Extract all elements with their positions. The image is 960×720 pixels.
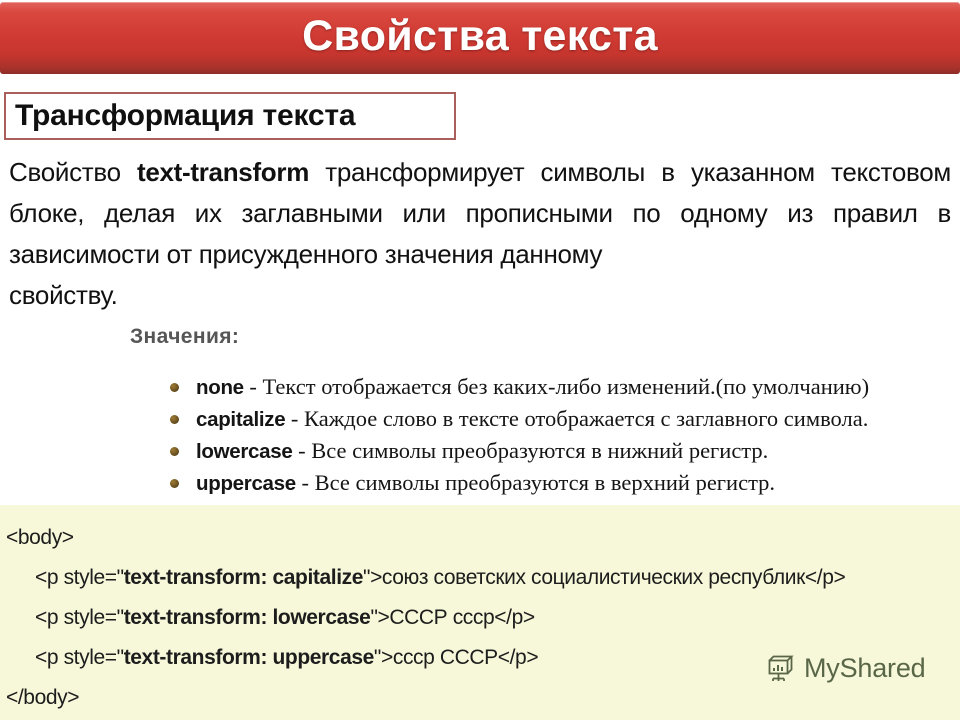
code-property: text-transform: capitalize (123, 566, 364, 589)
subtitle-text: Трансформация текста (15, 99, 356, 132)
code-line: <body> (6, 518, 960, 558)
list-item: uppercase - Все символы преобразуются в … (168, 469, 958, 497)
value-name: none (196, 376, 244, 399)
code-open-tag: <p style=" (35, 646, 124, 669)
watermark: MyShared (765, 652, 926, 684)
subtitle-box: Трансформация текста (4, 92, 456, 140)
bullet-icon (170, 479, 179, 488)
header-banner: Свойства текста (0, 2, 960, 74)
values-label: Значения: (130, 325, 240, 348)
value-description: - Все символы преобразуются в нижний рег… (292, 438, 769, 463)
value-name: lowercase (196, 440, 293, 463)
code-line: </body> (6, 678, 960, 718)
code-line: <p style="text-transform: capitalize">со… (6, 558, 960, 598)
value-name: uppercase (196, 472, 296, 495)
presentation-board-icon (765, 652, 797, 684)
code-line: <p style="text-transform: lowercase">ССС… (6, 598, 960, 638)
bullet-icon (170, 415, 179, 424)
code-open-tag: <body> (6, 526, 74, 549)
bullet-icon (170, 447, 179, 456)
values-list: none - Текст отображается без каких-либо… (168, 373, 958, 501)
watermark-label: MyShared (804, 652, 926, 683)
code-close-tag: ">СССР сссp</p> (370, 606, 535, 629)
code-close-tag: ">союз советских социалистических респуб… (363, 566, 846, 589)
intro-text-part1: Свойство (9, 157, 137, 187)
intro-text-part3: свойству. (9, 280, 118, 310)
code-open-tag: <p style=" (35, 606, 124, 629)
code-property: text-transform: uppercase (123, 646, 375, 669)
value-description: - Текст отображается без каких-либо изме… (243, 374, 870, 399)
list-item: capitalize - Каждое слово в тексте отобр… (168, 405, 958, 433)
property-name-inline: text-transform (136, 157, 310, 187)
code-close-body-tag: </body> (6, 686, 80, 709)
intro-paragraph: Свойство text-transform трансформирует с… (9, 152, 951, 316)
code-block: <body> <p style="text-transform: capital… (0, 505, 960, 720)
value-name: capitalize (196, 408, 286, 431)
list-item: lowercase - Все символы преобразуются в … (168, 437, 958, 465)
code-close-tag: ">сссp СССР</p> (373, 646, 539, 669)
page-title: Свойства текста (302, 11, 658, 60)
list-item: none - Текст отображается без каких-либо… (168, 373, 958, 401)
code-property: text-transform: lowercase (123, 606, 371, 629)
value-description: - Все символы преобразуются в верхний ре… (295, 470, 776, 495)
code-open-tag: <p style=" (35, 566, 124, 589)
value-description: - Каждое слово в тексте отображается с з… (285, 406, 869, 431)
bullet-icon (170, 383, 179, 392)
